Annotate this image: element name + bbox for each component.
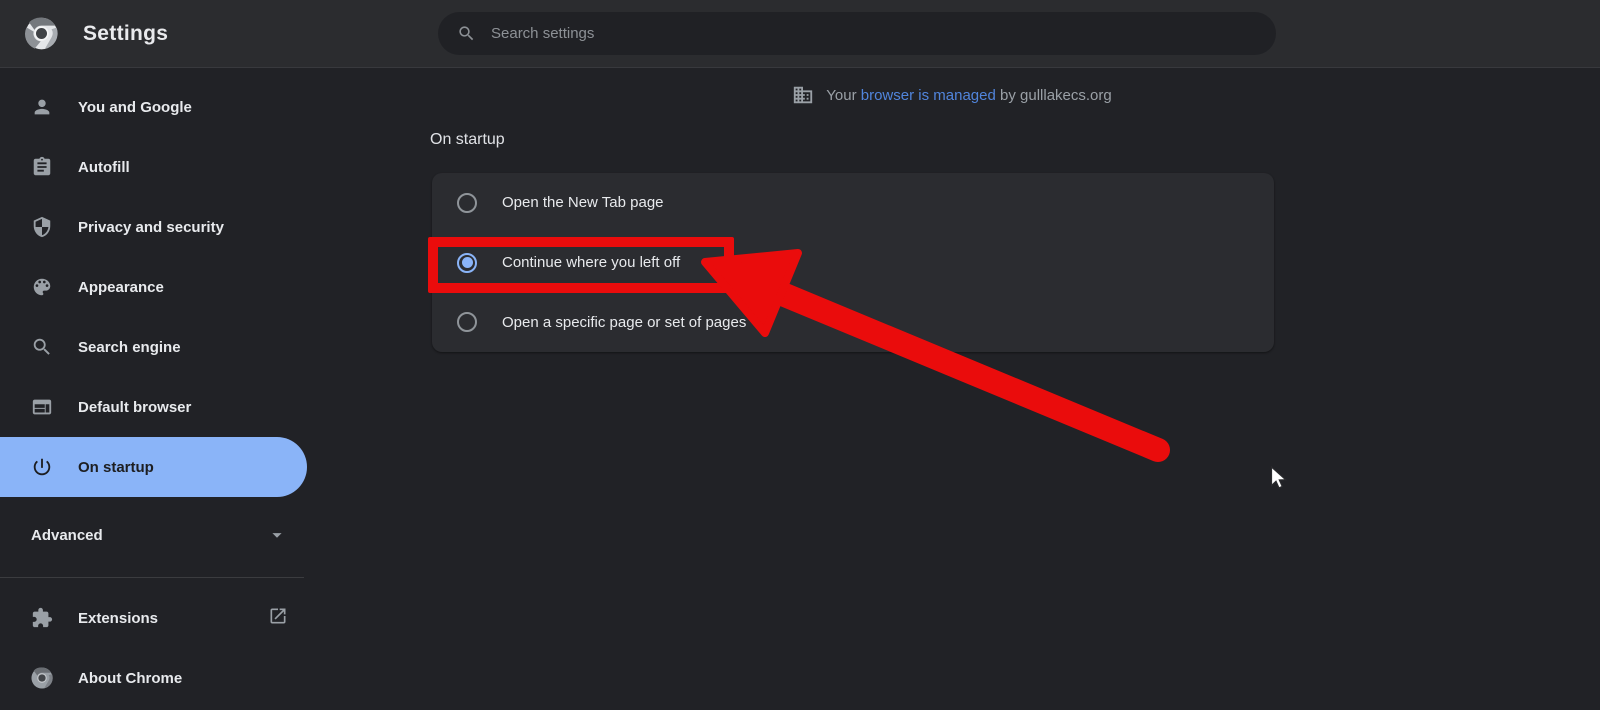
- radio-unselected-icon[interactable]: [457, 192, 477, 213]
- option-continue-where-you-left-off[interactable]: Continue where you left off: [432, 233, 1274, 293]
- sidebar-item-label: On startup: [78, 458, 154, 476]
- toolbar: Settings: [0, 0, 1600, 67]
- sidebar-item-label: Autofill: [78, 158, 130, 176]
- chrome-logo-icon: [31, 667, 53, 689]
- sidebar-item-appearance[interactable]: Appearance: [0, 257, 304, 317]
- sidebar-item-label: Extensions: [78, 609, 159, 627]
- puzzle-icon: [32, 607, 53, 628]
- settings-search-bar[interactable]: [438, 12, 1276, 55]
- sidebar-item-autofill[interactable]: Autofill: [0, 137, 304, 197]
- browser-window-icon: [32, 399, 52, 415]
- search-input[interactable]: [491, 25, 1276, 42]
- sidebar-item-you-and-google[interactable]: You and Google: [0, 77, 304, 137]
- sidebar-item-on-startup[interactable]: On startup: [0, 437, 307, 497]
- chevron-down-icon: [272, 533, 282, 538]
- sidebar-item-label: Appearance: [78, 278, 164, 296]
- managed-by-notice: Your browser is managed by gulllakecs.or…: [304, 84, 1600, 106]
- sidebar-item-privacy-and-security[interactable]: Privacy and security: [0, 197, 304, 257]
- open-in-new-icon: [270, 608, 286, 623]
- sidebar-item-search-engine[interactable]: Search engine: [0, 317, 304, 377]
- sidebar-item-label: Search engine: [78, 338, 181, 356]
- external-link-wrap: [268, 606, 288, 631]
- on-startup-section-title: On startup: [430, 131, 505, 148]
- radio-unselected-icon[interactable]: [457, 312, 477, 333]
- chrome-logo-icon: [25, 17, 58, 50]
- mouse-cursor: [1270, 466, 1288, 489]
- option-label: Open a specific page or set of pages: [502, 313, 747, 331]
- settings-sidebar: You and Google Autofill Privacy and secu…: [0, 67, 307, 710]
- sidebar-item-advanced[interactable]: Advanced: [0, 505, 304, 565]
- sidebar-bottom-group: Extensions About Chrome: [0, 578, 304, 708]
- palette-icon: [33, 278, 51, 296]
- clipboard-icon: [33, 156, 51, 176]
- sidebar-item-extensions[interactable]: Extensions: [0, 588, 304, 648]
- power-icon: [33, 458, 51, 476]
- organization-building-icon: [794, 86, 813, 104]
- sidebar-item-about-chrome[interactable]: About Chrome: [0, 648, 304, 708]
- search-icon: [459, 26, 474, 41]
- option-label: Open the New Tab page: [502, 194, 664, 212]
- option-label: Continue where you left off: [502, 254, 681, 271]
- option-open-specific-pages[interactable]: Open a specific page or set of pages: [432, 292, 1274, 352]
- option-open-new-tab-page[interactable]: Open the New Tab page: [432, 173, 1274, 233]
- radio-selected-icon[interactable]: [457, 252, 477, 273]
- advanced-label: Advanced: [31, 526, 103, 544]
- shield-icon: [33, 216, 51, 238]
- sidebar-item-label: You and Google: [78, 98, 192, 116]
- on-startup-options-card: Open the New Tab page Continue where you…: [432, 173, 1274, 352]
- sidebar-item-label: About Chrome: [78, 669, 183, 687]
- sidebar-item-label: Privacy and security: [78, 218, 224, 236]
- person-icon: [34, 99, 50, 115]
- managed-notice-suffix: by gulllakecs.org: [995, 86, 1112, 104]
- sidebar-item-default-browser[interactable]: Default browser: [0, 377, 304, 437]
- search-icon: [33, 338, 50, 355]
- managed-notice-text: Your browser is managed by gulllakecs.or…: [826, 87, 1111, 104]
- browser-is-managed-link[interactable]: browser is managed: [861, 87, 996, 104]
- sidebar-item-label: Default browser: [78, 398, 192, 416]
- page-title: Settings: [83, 21, 169, 45]
- managed-notice-prefix: Your: [826, 86, 861, 104]
